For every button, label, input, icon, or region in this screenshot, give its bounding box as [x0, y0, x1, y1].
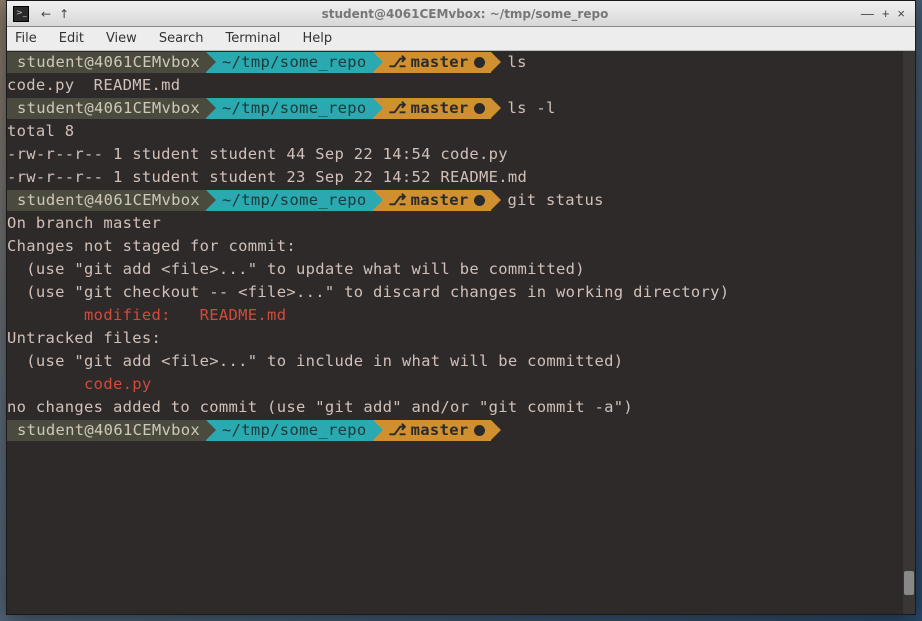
menu-help[interactable]: Help	[302, 31, 332, 46]
dirty-dot-icon	[474, 425, 485, 436]
branch-label: master	[411, 51, 469, 74]
output-line: total 8	[7, 120, 915, 143]
branch-label: master	[411, 97, 469, 120]
menu-file[interactable]: File	[15, 31, 37, 46]
output-line: code.py README.md	[7, 74, 915, 97]
close-button[interactable]: ×	[897, 6, 905, 21]
prompt-line: student@4061CEMvbox ~/tmp/some_repo ⎇mas…	[7, 51, 915, 74]
prompt-branch: ⎇master	[373, 52, 492, 73]
prompt-line: student@4061CEMvbox ~/tmp/some_repo ⎇mas…	[7, 97, 915, 120]
minimize-button[interactable]: —	[861, 6, 874, 21]
menubar: File Edit View Search Terminal Help	[7, 27, 915, 51]
prompt-user: student@4061CEMvbox	[7, 52, 206, 73]
output-line-modified: modified: README.md	[7, 304, 915, 327]
output-line: Untracked files:	[7, 327, 915, 350]
menu-terminal[interactable]: Terminal	[225, 31, 280, 46]
prompt-user: student@4061CEMvbox	[7, 190, 206, 211]
menu-view[interactable]: View	[106, 31, 137, 46]
maximize-button[interactable]: +	[882, 6, 890, 21]
nav-back-icon[interactable]: ←	[41, 7, 51, 21]
prompt-line: student@4061CEMvbox ~/tmp/some_repo ⎇mas…	[7, 189, 915, 212]
prompt-branch: ⎇master	[373, 420, 492, 441]
output-line: (use "git checkout -- <file>..." to disc…	[7, 281, 915, 304]
output-line: (use "git add <file>..." to include in w…	[7, 350, 915, 373]
menu-search[interactable]: Search	[159, 31, 204, 46]
command-text: ls -l	[507, 97, 555, 120]
output-line: -rw-r--r-- 1 student student 44 Sep 22 1…	[7, 143, 915, 166]
prompt-user: student@4061CEMvbox	[7, 420, 206, 441]
branch-icon: ⎇	[389, 97, 407, 120]
output-line: On branch master	[7, 212, 915, 235]
terminal-body[interactable]: student@4061CEMvbox ~/tmp/some_repo ⎇mas…	[7, 51, 915, 614]
terminal-icon	[13, 6, 29, 22]
prompt-branch: ⎇master	[373, 98, 492, 119]
scrollbar[interactable]	[903, 51, 915, 614]
branch-label: master	[411, 419, 469, 442]
prompt-path: ~/tmp/some_repo	[206, 190, 372, 211]
prompt-path: ~/tmp/some_repo	[206, 52, 372, 73]
prompt-branch: ⎇master	[373, 190, 492, 211]
scrollbar-thumb[interactable]	[904, 571, 914, 595]
dirty-dot-icon	[474, 103, 485, 114]
output-line: (use "git add <file>..." to update what …	[7, 258, 915, 281]
menu-edit[interactable]: Edit	[59, 31, 84, 46]
branch-icon: ⎇	[389, 419, 407, 442]
output-line: -rw-r--r-- 1 student student 23 Sep 22 1…	[7, 166, 915, 189]
dirty-dot-icon	[474, 57, 485, 68]
prompt-line-current[interactable]: student@4061CEMvbox ~/tmp/some_repo ⎇mas…	[7, 419, 915, 442]
branch-icon: ⎇	[389, 189, 407, 212]
command-text: git status	[507, 189, 603, 212]
branch-label: master	[411, 189, 469, 212]
dirty-dot-icon	[474, 195, 485, 206]
titlebar[interactable]: ← ↑ student@4061CEMvbox: ~/tmp/some_repo…	[7, 1, 915, 27]
output-line: no changes added to commit (use "git add…	[7, 396, 915, 419]
branch-icon: ⎇	[389, 51, 407, 74]
prompt-user: student@4061CEMvbox	[7, 98, 206, 119]
output-line: Changes not staged for commit:	[7, 235, 915, 258]
window-title: student@4061CEMvbox: ~/tmp/some_repo	[73, 7, 857, 21]
terminal-window: ← ↑ student@4061CEMvbox: ~/tmp/some_repo…	[6, 0, 916, 615]
prompt-path: ~/tmp/some_repo	[206, 98, 372, 119]
prompt-path: ~/tmp/some_repo	[206, 420, 372, 441]
output-line-untracked: code.py	[7, 373, 915, 396]
nav-up-icon[interactable]: ↑	[59, 7, 69, 21]
command-text: ls	[507, 51, 526, 74]
